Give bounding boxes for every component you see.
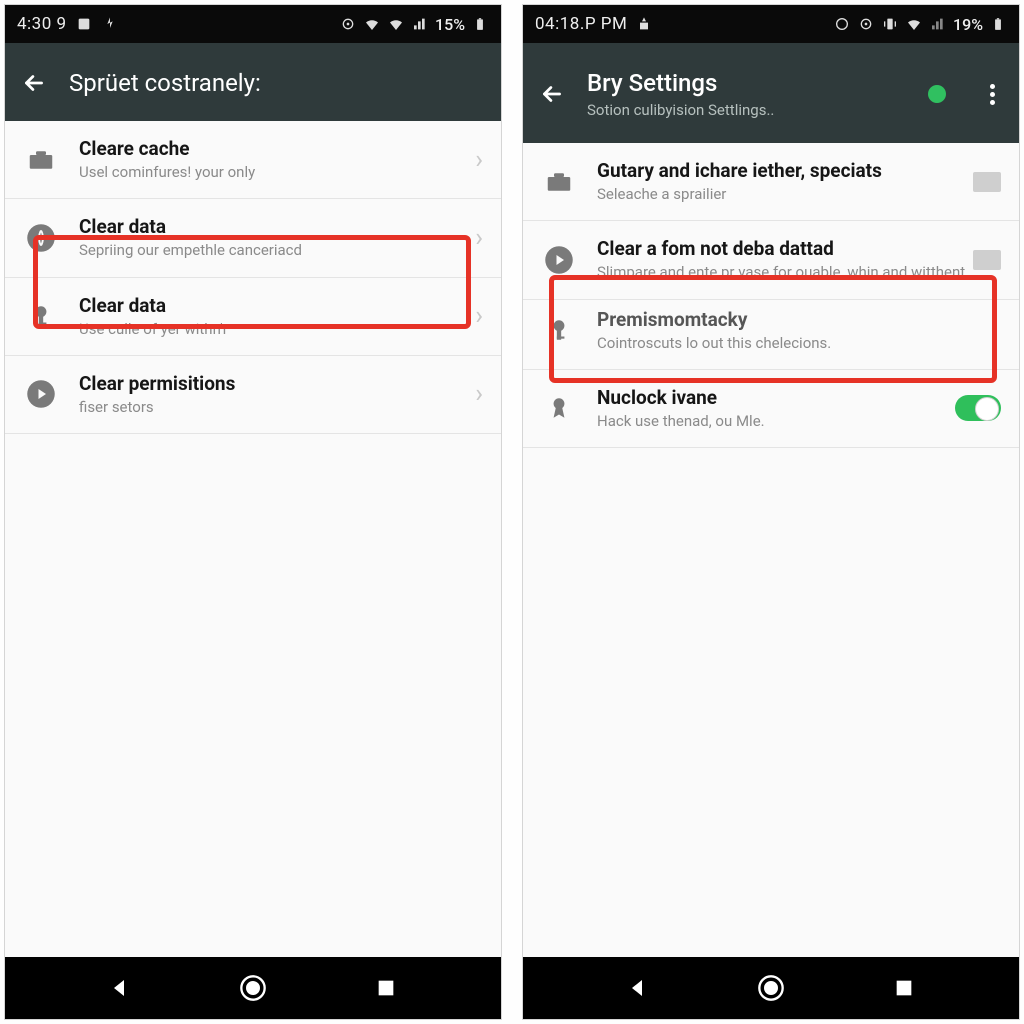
row-gutary[interactable]: Gutary and ichare iether, speciats Selea… (523, 143, 1019, 221)
row-subtitle: Seleache a sprailier (597, 184, 973, 204)
battery-percent: 19% (953, 15, 983, 34)
page-title: Bry Settings (587, 69, 906, 97)
nav-home-button[interactable] (755, 972, 787, 1004)
wifi-icon-2 (387, 15, 405, 33)
settings-list: Gutary and ichare iether, speciats Selea… (523, 143, 1019, 957)
row-subtitle: Cointroscuts lo out this chelecions. (597, 333, 1001, 353)
row-nuclock[interactable]: Nuclock ivane Hack use thenad, ou Mle. (523, 370, 1019, 448)
badge-icon (541, 390, 577, 426)
vibrate-icon (881, 15, 899, 33)
settings-list: Cleare cache Usel cominfures! your only … (5, 121, 501, 957)
row-title: Premismomtacky (597, 308, 1001, 331)
back-button[interactable] (539, 81, 565, 107)
notification-icon-2 (101, 15, 119, 33)
row-subtitle: Sepriing our empethle canceriacd (79, 240, 467, 260)
battery-icon (471, 15, 489, 33)
status-bar: 4:30 9 15% (5, 5, 501, 43)
app-header: Sprüet costranely: (5, 43, 501, 121)
nav-recents-button[interactable] (888, 972, 920, 1004)
row-title: Nuclock ivane (597, 386, 955, 409)
toggle-switch-on[interactable] (955, 395, 1001, 421)
nav-recents-button[interactable] (370, 972, 402, 1004)
wifi-icon (905, 15, 923, 33)
app-header: Bry Settings Sotion culibyision Settling… (523, 43, 1019, 143)
row-title: Clear permisitions (79, 372, 467, 395)
signal-icon (929, 15, 947, 33)
row-subtitle: fiser setors (79, 397, 467, 417)
key-icon (541, 312, 577, 348)
signal-icon (411, 15, 429, 33)
row-clear-data-1[interactable]: Clear data Sepriing our empethle canceri… (5, 199, 501, 277)
wifi-icon (363, 15, 381, 33)
row-clear-permissions[interactable]: Clear permisitions fiser setors › (5, 356, 501, 434)
sync-icon (833, 15, 851, 33)
row-title: Cleare cache (79, 137, 467, 160)
briefcase-icon (23, 142, 59, 178)
nav-home-button[interactable] (237, 972, 269, 1004)
checkbox[interactable] (973, 250, 1001, 270)
row-title: Clear data (79, 294, 467, 317)
row-subtitle: Usel cominfures! your only (79, 162, 467, 182)
row-subtitle: Use culle of yer withn'r (79, 319, 467, 339)
row-clear-fom[interactable]: Clear a fom not deba dattad Slimpare and… (523, 221, 1019, 299)
row-premis[interactable]: Premismomtacky Cointroscuts lo out this … (523, 300, 1019, 370)
battery-icon (989, 15, 1007, 33)
row-title: Gutary and ichare iether, speciats (597, 159, 973, 182)
status-bar: 04:18.P PM 19% (523, 5, 1019, 43)
row-title: Clear data (79, 215, 467, 238)
chevron-right-icon: › (467, 145, 483, 175)
row-clear-data-2[interactable]: Clear data Use culle of yer withn'r › (5, 278, 501, 356)
status-clock: 4:30 9 (17, 14, 67, 34)
chevron-right-icon: › (467, 223, 483, 253)
phone-left: 4:30 9 15% (4, 4, 502, 1020)
back-button[interactable] (21, 70, 47, 96)
globe-circle-icon (23, 220, 59, 256)
page-title: Sprüet costranely: (69, 69, 485, 97)
notification-icon (635, 15, 653, 33)
briefcase-icon (541, 164, 577, 200)
more-menu-button[interactable] (982, 78, 1003, 111)
status-dot (928, 85, 946, 103)
play-circle-icon (23, 376, 59, 412)
status-clock: 04:18.P PM (535, 14, 627, 34)
play-circle-icon (541, 242, 577, 278)
chevron-right-icon: › (467, 301, 483, 331)
navigation-bar (5, 957, 501, 1019)
key-icon (23, 298, 59, 334)
navigation-bar (523, 957, 1019, 1019)
nav-back-button[interactable] (104, 972, 136, 1004)
location-icon (857, 15, 875, 33)
chevron-right-icon: › (467, 379, 483, 409)
battery-percent: 15% (435, 15, 465, 34)
row-subtitle: Slimpare and ente pr vase for ouable, wh… (597, 262, 973, 282)
checkbox[interactable] (973, 172, 1001, 192)
row-title: Clear a fom not deba dattad (597, 237, 973, 260)
nav-back-button[interactable] (622, 972, 654, 1004)
location-icon (339, 15, 357, 33)
row-subtitle: Hack use thenad, ou Mle. (597, 411, 955, 431)
page-subtitle: Sotion culibyision Settlings.. (587, 101, 906, 119)
notification-icon-1 (75, 15, 93, 33)
phone-right: 04:18.P PM 19% (522, 4, 1020, 1020)
row-clear-cache[interactable]: Cleare cache Usel cominfures! your only … (5, 121, 501, 199)
